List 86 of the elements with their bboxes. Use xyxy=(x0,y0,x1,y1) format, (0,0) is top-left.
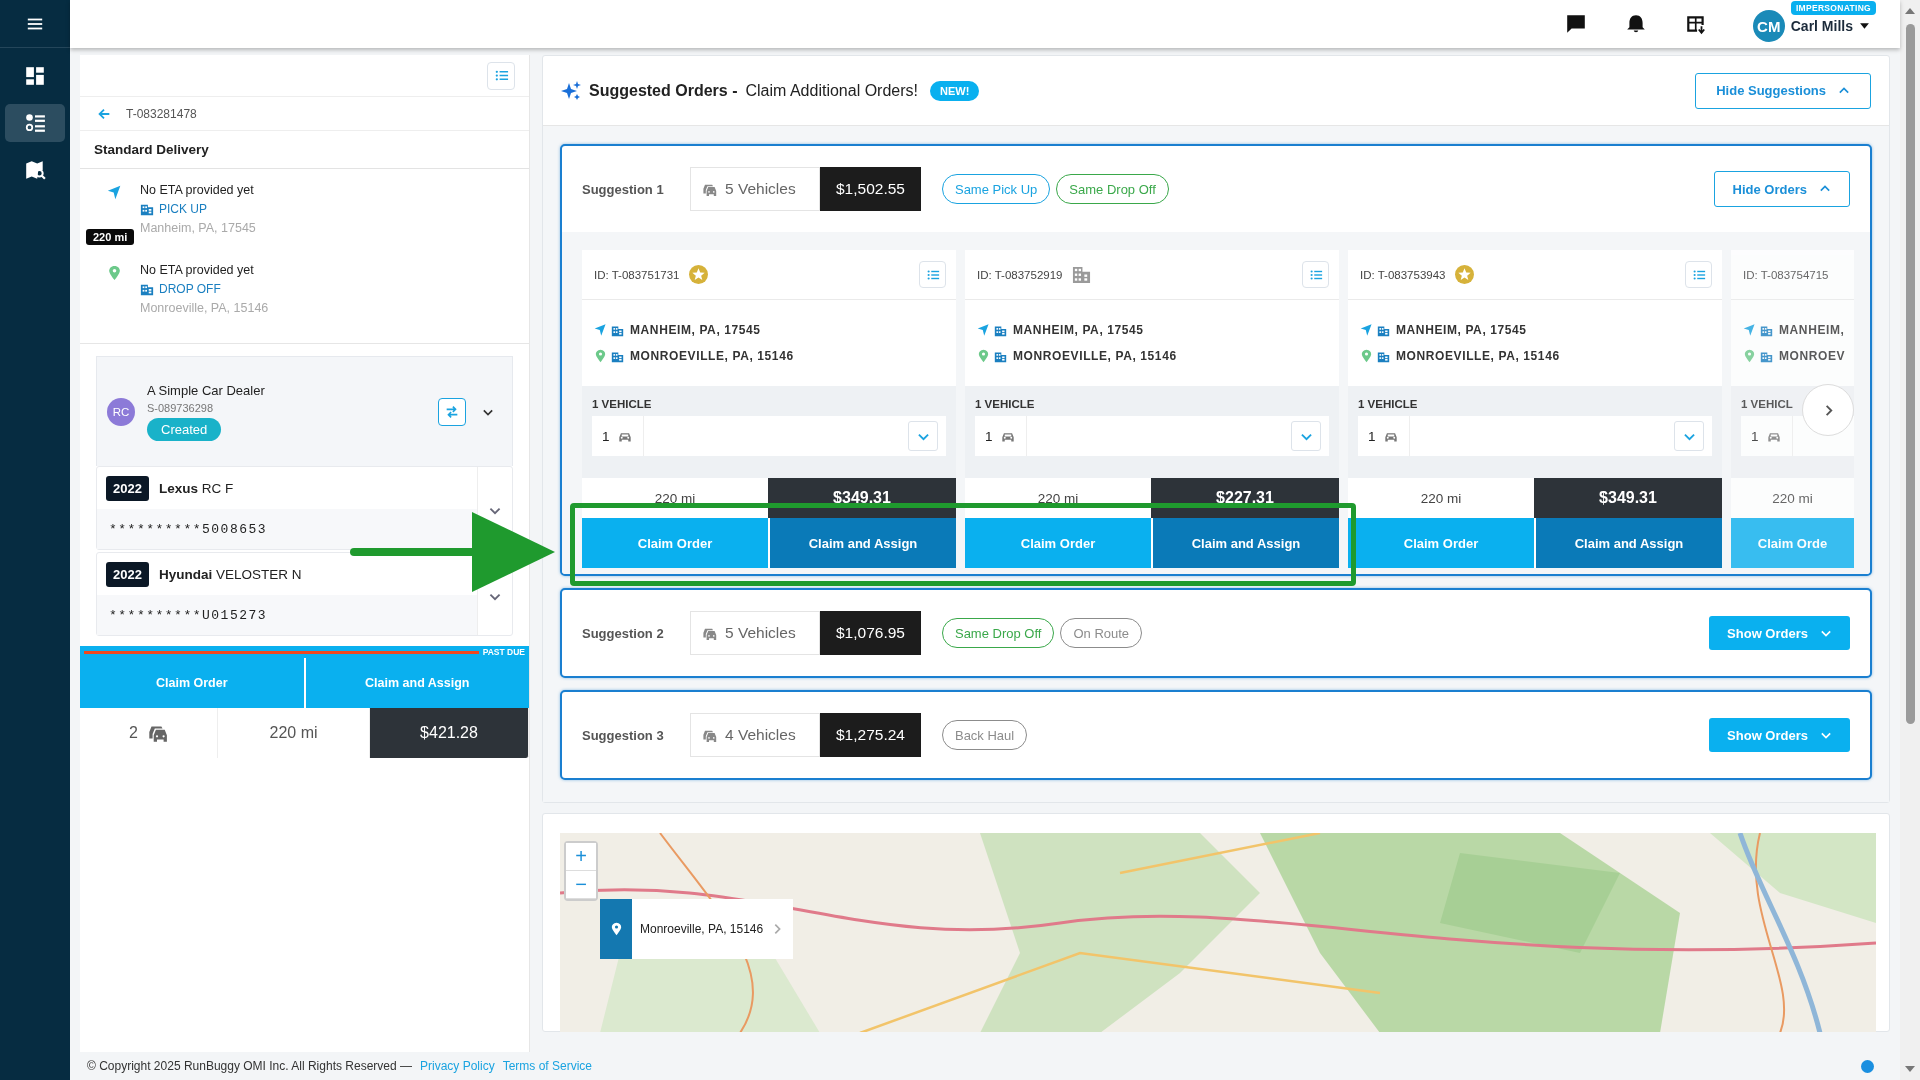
vehicle-count: 1 xyxy=(602,428,610,444)
vehicle-count: 2 xyxy=(129,724,138,742)
distance-text: 220 mi xyxy=(1419,489,1463,508)
city-text: MANHEIM, PA, 17545 xyxy=(630,323,761,337)
user-avatar[interactable]: CM xyxy=(1752,10,1785,42)
claim-order-button[interactable]: Claim Order xyxy=(965,518,1151,568)
panel-subtitle: Claim Additional Orders! xyxy=(745,81,918,100)
footer-link[interactable]: Privacy Policy xyxy=(420,1059,495,1073)
show-orders-button[interactable]: Show Orders xyxy=(1709,616,1850,650)
distance-text: 220 mi xyxy=(269,724,318,742)
vehicle-selector[interactable]: 1 xyxy=(592,416,946,456)
year-badge: 2022 xyxy=(106,475,149,501)
user-name[interactable]: Carl Mills xyxy=(1790,18,1853,34)
location-text: Monroeville, PA, 15146 xyxy=(640,922,764,936)
city-text: MONROEVILLE, PA, 15146 xyxy=(1396,349,1560,363)
status-badge: Created xyxy=(147,417,222,441)
suggestion-label: Suggestion 2 xyxy=(582,625,665,641)
vehicle-count: 5 Vehicles xyxy=(725,180,796,198)
city-text: MONROEVILLE, PA, 15146 xyxy=(630,349,794,363)
city-text: MANHEIM, PA, 17545 xyxy=(1013,323,1144,337)
vehicles-label: 1 VEHICLE xyxy=(975,398,1036,410)
eta-text: No ETA provided yet xyxy=(140,183,255,197)
price-cell: $349.31 xyxy=(768,478,956,518)
vehicle-count: 1 xyxy=(985,428,993,444)
vehicle-name: Hyundai VELOSTER N xyxy=(158,566,302,582)
vehicle-selector[interactable]: 1 xyxy=(1358,416,1712,456)
distance-badge: 220 mi xyxy=(86,229,135,245)
vehicles-label: 1 VEHICL xyxy=(1741,398,1794,410)
customer-avatar: RC xyxy=(107,397,135,426)
customer-name: A Simple Car Dealer xyxy=(147,382,265,398)
order-id: ID: T-083753943 xyxy=(1360,268,1446,281)
footer-link[interactable]: Terms of Service xyxy=(502,1059,593,1073)
year-badge: 2022 xyxy=(106,561,149,587)
stop-address: Manheim, PA, 17545 xyxy=(140,221,256,235)
distance-text: 220 mi xyxy=(1036,489,1080,508)
copyright-text: © Copyright 2025 RunBuggy OMI Inc. All Rights Reserved — xyxy=(87,1059,412,1073)
price-tag: $1,275.24 xyxy=(820,713,921,757)
stop-link[interactable]: PICK UP xyxy=(159,202,207,216)
distance-text: 220 mi xyxy=(1771,489,1814,508)
show-orders-button[interactable]: Show Orders xyxy=(1709,718,1850,752)
city-text: MANHEIM, PA, 17545 xyxy=(1396,323,1527,337)
hide-suggestions-button[interactable]: Hide Suggestions xyxy=(1695,72,1871,109)
claim-assign-button[interactable]: Claim and Assign xyxy=(305,658,529,708)
vin-number: **********5008653 xyxy=(109,521,268,537)
order-id: ID: T-083752919 xyxy=(977,268,1063,281)
vehicle-name: Lexus RC F xyxy=(158,480,234,496)
vehicle-count: 4 Vehicles xyxy=(725,726,796,744)
new-badge: NEW! xyxy=(930,80,980,101)
order-id: T-083281478 xyxy=(126,106,197,121)
price-cell: $227.31 xyxy=(1151,478,1339,518)
city-text: MONROEV xyxy=(1779,349,1846,363)
claim-order-button[interactable]: Claim Order xyxy=(582,518,768,568)
order-id: ID: T-083751731 xyxy=(594,268,680,281)
eta-text: No ETA provided yet xyxy=(140,263,255,277)
distance-text: 220 mi xyxy=(653,489,697,508)
city-text: MANHEIM, xyxy=(1779,323,1845,337)
vehicle-selector[interactable]: 1 xyxy=(975,416,1329,456)
price-cell: $421.28 xyxy=(370,708,529,758)
panel-title: Suggested Orders - xyxy=(589,81,738,100)
city-text: MONROEVILLE, PA, 15146 xyxy=(1013,349,1177,363)
vehicles-label: 1 VEHICLE xyxy=(1358,398,1419,410)
stop-link[interactable]: DROP OFF xyxy=(159,282,221,296)
vehicle-count: 1 xyxy=(1751,428,1759,444)
impersonating-badge: IMPERSONATING xyxy=(1790,1,1876,15)
vehicles-label: 1 VEHICLE xyxy=(592,398,653,410)
suggestion-label: Suggestion 3 xyxy=(582,727,665,743)
vin-number: **********U015273 xyxy=(109,607,268,623)
claim-order-button[interactable]: Claim Orde xyxy=(1731,518,1854,568)
suggestion-label: Suggestion 1 xyxy=(582,181,665,197)
zoom-in-button[interactable]: + xyxy=(566,843,596,871)
price-cell: $349.31 xyxy=(1534,478,1722,518)
price-tag: $1,076.95 xyxy=(820,611,921,655)
stop-address: Monroeville, PA, 15146 xyxy=(140,301,269,315)
customer-id: S-089736298 xyxy=(147,401,214,414)
vehicle-count: 5 Vehicles xyxy=(725,624,796,642)
service-type: Standard Delivery xyxy=(80,131,529,169)
hide-orders-button[interactable]: Hide Orders xyxy=(1713,171,1850,207)
claim-assign-button[interactable]: Claim and Assign xyxy=(1536,518,1722,568)
claim-assign-button[interactable]: Claim and Assign xyxy=(1153,518,1339,568)
claim-order-button[interactable]: Claim Order xyxy=(1348,518,1534,568)
claim-assign-button[interactable]: Claim and Assign xyxy=(770,518,956,568)
order-id: ID: T-083754715 xyxy=(1743,268,1829,281)
price-tag: $1,502.55 xyxy=(820,167,921,211)
vehicle-count: 1 xyxy=(1368,428,1376,444)
claim-order-button[interactable]: Claim Order xyxy=(80,658,304,708)
past-due-label: PAST DUE xyxy=(482,647,525,657)
